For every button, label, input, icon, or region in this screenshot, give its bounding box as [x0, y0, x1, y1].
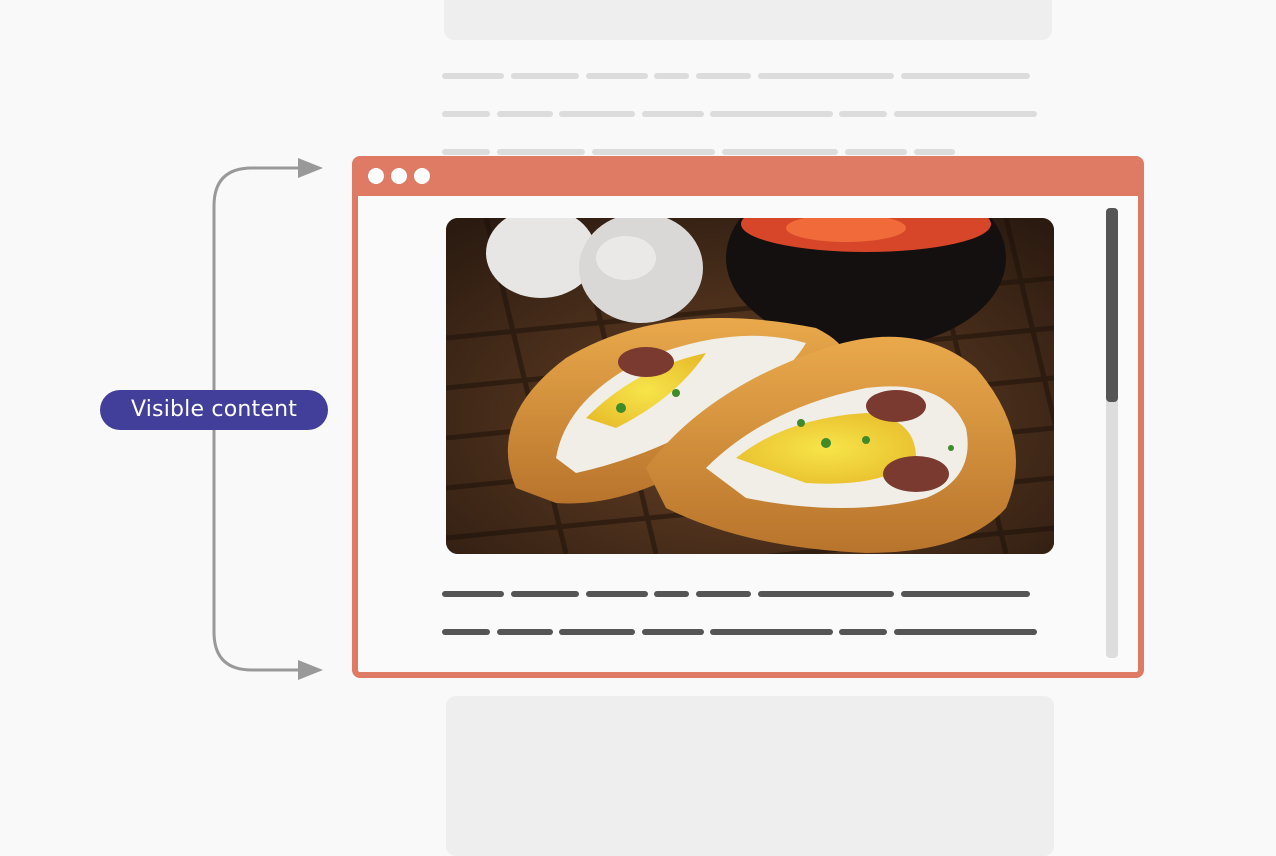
food-photo	[446, 218, 1054, 554]
window-dot-icon[interactable]	[414, 168, 430, 184]
window-dot-icon[interactable]	[368, 168, 384, 184]
window-titlebar	[358, 162, 1138, 196]
browser-window	[352, 156, 1144, 678]
scrollbar-track[interactable]	[1106, 208, 1118, 658]
scrollbar-thumb[interactable]	[1106, 208, 1118, 402]
arrowhead-bottom-icon	[298, 660, 323, 680]
arrowhead-top-icon	[298, 158, 323, 178]
window-dot-icon[interactable]	[391, 168, 407, 184]
visible-content-label: Visible content	[100, 390, 328, 430]
egg-pastry-photo-icon	[446, 218, 1054, 554]
